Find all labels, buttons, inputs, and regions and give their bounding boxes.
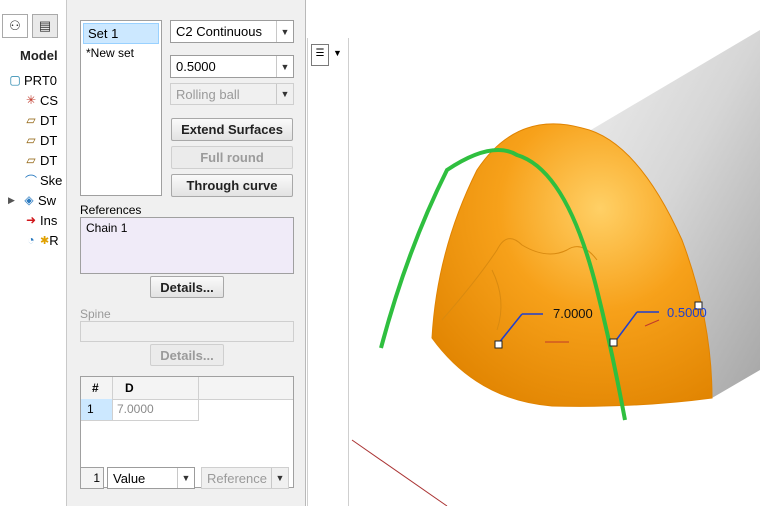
chevron-down-icon: ▼ (177, 468, 194, 488)
spine-details-button[interactable]: Details... (150, 344, 224, 366)
model-tree-tab-icon[interactable]: ⚇ (2, 14, 28, 38)
datum-plane-icon: ▱ (26, 113, 36, 127)
through-curve-button[interactable]: Through curve (171, 174, 293, 197)
sets-list[interactable]: Set 1 *New set (80, 20, 162, 196)
spine-label: Spine (80, 307, 111, 321)
set-item-new[interactable]: *New set (81, 46, 161, 60)
dimension-7[interactable]: 7.0000 (553, 306, 593, 321)
drag-handle[interactable] (494, 340, 503, 349)
axis-line (351, 439, 448, 506)
dimension-0-5[interactable]: 0.5000 (667, 305, 707, 320)
tree-item-sketch[interactable]: ⌒ Ske (22, 170, 62, 190)
model-3d-view[interactable]: 7.0000 0.5000 (307, 0, 760, 506)
value-type-select[interactable]: Value ▼ (107, 467, 195, 489)
radius-value-input[interactable]: 0.5000 ▼ (170, 55, 294, 78)
csys-icon: ✳ (25, 93, 37, 107)
round-sets-panel: Set 1 *New set C2 Continuous ▼ 0.5000 ▼ … (66, 0, 306, 506)
datum-plane-icon: ▱ (26, 133, 36, 147)
insert-arrow-icon: ➜ (25, 213, 37, 227)
references-collector[interactable]: Chain 1 (80, 217, 294, 274)
graphics-viewport[interactable]: ☰ ▼ 7.0000 0.5000 (307, 0, 760, 506)
tree-item-insert[interactable]: ➜ Ins (22, 210, 57, 230)
expand-arrow-icon[interactable]: ▶ (8, 195, 20, 206)
tree-item-round[interactable]: ◔ ✱ R (22, 230, 58, 250)
tree-item-datum-2[interactable]: ▱ DT (22, 130, 57, 150)
full-round-button[interactable]: Full round (171, 146, 293, 169)
continuity-select[interactable]: C2 Continuous ▼ (170, 20, 294, 43)
tree-item-datum-3[interactable]: ▱ DT (22, 150, 57, 170)
round-icon: ◔ (27, 233, 35, 247)
chevron-down-icon: ▼ (276, 56, 293, 77)
table-header-num: # (92, 381, 99, 395)
tree-item-part[interactable]: ▢ PRT0 (6, 70, 57, 90)
tree-item-sweep[interactable]: ▶ ◈ Sw (8, 190, 56, 210)
layers-tab-icon[interactable]: ▤ (32, 14, 58, 38)
row-number-field: 1 (80, 467, 104, 489)
details-button[interactable]: Details... (150, 276, 224, 298)
chevron-down-icon: ▼ (276, 84, 293, 104)
tree-item-csys[interactable]: ✳ CS (22, 90, 58, 110)
part-icon: ▢ (9, 73, 21, 87)
extend-surfaces-button[interactable]: Extend Surfaces (171, 118, 293, 141)
reference-item[interactable]: Chain 1 (81, 218, 293, 238)
reference-type-select[interactable]: Reference ▼ (201, 467, 289, 489)
chevron-down-icon: ▼ (276, 21, 293, 42)
sweep-icon: ◈ (24, 193, 34, 207)
references-label: References (80, 203, 142, 217)
chevron-down-icon: ▼ (271, 468, 288, 488)
spine-collector[interactable] (80, 321, 294, 342)
drag-handle[interactable] (609, 338, 618, 347)
model-tree-panel: ⚇ ▤ Model ▢ PRT0 ✳ CS ▱ DT ▱ DT ▱ DT ⌒ Ske ▶ ◈… (0, 0, 67, 506)
rolling-ball-select[interactable]: Rolling ball ▼ (170, 83, 294, 105)
table-row[interactable] (81, 399, 112, 420)
datum-plane-icon: ▱ (26, 153, 36, 167)
sketch-icon: ⌒ (24, 173, 37, 188)
table-header-d: D (125, 381, 134, 395)
table-cell-value[interactable]: 7.0000 (117, 402, 154, 416)
set-item-1[interactable]: Set 1 (83, 23, 159, 44)
tree-item-datum-1[interactable]: ▱ DT (22, 110, 57, 130)
tree-title: Model (20, 48, 58, 63)
table-cell-num: 1 (87, 402, 94, 416)
